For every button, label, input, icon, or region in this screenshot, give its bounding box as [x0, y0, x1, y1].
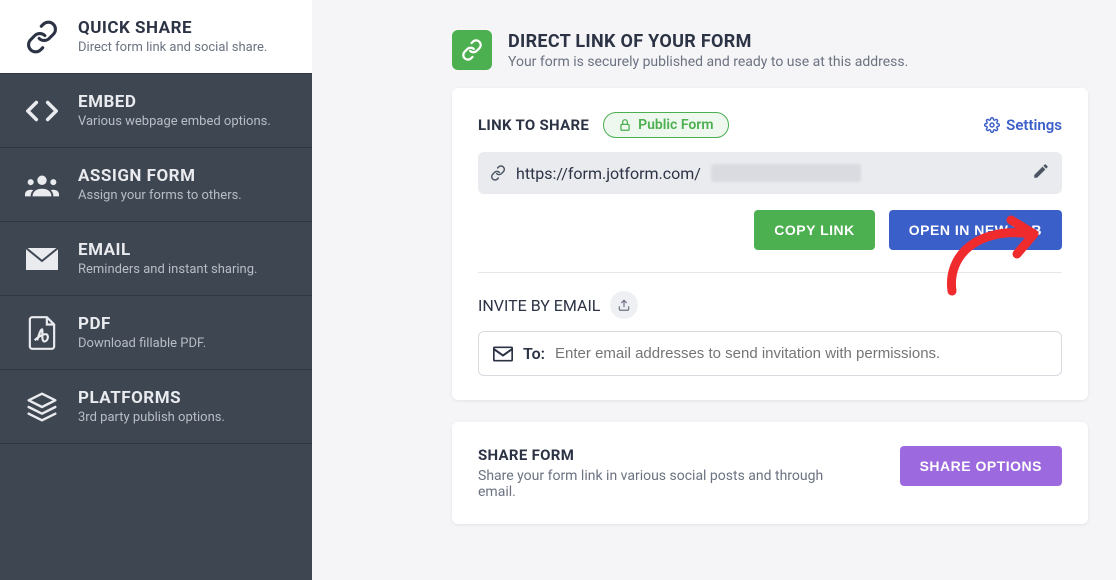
upload-icon[interactable] — [610, 291, 638, 319]
sidebar-item-title: EMAIL — [78, 240, 257, 260]
envelope-icon — [493, 346, 513, 362]
sidebar-item-desc: Assign your forms to others. — [78, 188, 242, 203]
sidebar-item-title: PLATFORMS — [78, 388, 225, 408]
visibility-pill-label: Public Form — [638, 117, 713, 133]
page-header: DIRECT LINK OF YOUR FORM Your form is se… — [452, 30, 1088, 70]
form-url-redacted — [711, 164, 861, 182]
link-icon — [452, 30, 492, 70]
pencil-icon — [1032, 162, 1050, 180]
lock-icon — [618, 118, 632, 132]
sidebar-item-pdf[interactable]: PDF Download fillable PDF. — [0, 296, 312, 370]
link-icon — [490, 165, 506, 181]
sidebar-item-email[interactable]: EMAIL Reminders and instant sharing. — [0, 222, 312, 296]
sidebar-item-desc: Reminders and instant sharing. — [78, 262, 257, 277]
sidebar-item-desc: Direct form link and social share. — [78, 40, 267, 55]
form-url: https://form.jotform.com/ — [516, 164, 701, 183]
page-subtitle: Your form is securely published and read… — [508, 54, 908, 70]
link-share-label: LINK TO SHARE — [478, 116, 589, 134]
share-options-button[interactable]: SHARE OPTIONS — [900, 446, 1062, 486]
invite-email-box[interactable]: To: — [478, 331, 1062, 376]
invite-email-input[interactable] — [555, 345, 1047, 362]
visibility-pill[interactable]: Public Form — [603, 112, 728, 138]
form-url-box: https://form.jotform.com/ — [478, 152, 1062, 194]
code-icon — [24, 93, 60, 129]
sidebar-item-desc: Download fillable PDF. — [78, 336, 206, 351]
gear-icon — [984, 117, 1000, 133]
main-panel: DIRECT LINK OF YOUR FORM Your form is se… — [312, 0, 1116, 580]
sidebar-item-platforms[interactable]: PLATFORMS 3rd party publish options. — [0, 370, 312, 444]
sidebar-item-embed[interactable]: EMBED Various webpage embed options. — [0, 74, 312, 148]
share-form-card: SHARE FORM Share your form link in vario… — [452, 422, 1088, 524]
sidebar-item-desc: Various webpage embed options. — [78, 114, 271, 129]
settings-link[interactable]: Settings — [984, 116, 1062, 134]
open-new-tab-button[interactable]: OPEN IN NEW TAB — [889, 210, 1062, 250]
settings-label: Settings — [1006, 116, 1062, 134]
edit-url-button[interactable] — [1032, 162, 1050, 184]
sidebar-item-title: EMBED — [78, 92, 271, 112]
share-form-title: SHARE FORM — [478, 446, 884, 464]
sidebar: QUICK SHARE Direct form link and social … — [0, 0, 312, 580]
sidebar-item-desc: 3rd party publish options. — [78, 410, 225, 425]
users-icon — [24, 167, 60, 203]
sidebar-item-quick-share[interactable]: QUICK SHARE Direct form link and social … — [0, 0, 312, 74]
to-label: To: — [523, 344, 545, 363]
share-form-desc: Share your form link in various social p… — [478, 468, 858, 500]
layers-icon — [24, 389, 60, 425]
link-share-card: LINK TO SHARE Public Form Settings https… — [452, 88, 1088, 400]
divider — [478, 272, 1062, 273]
invite-label: INVITE BY EMAIL — [478, 296, 600, 315]
sidebar-item-title: ASSIGN FORM — [78, 166, 242, 186]
sidebar-item-title: QUICK SHARE — [78, 18, 267, 38]
sidebar-item-assign-form[interactable]: ASSIGN FORM Assign your forms to others. — [0, 148, 312, 222]
page-title: DIRECT LINK OF YOUR FORM — [508, 31, 908, 52]
link-icon — [24, 19, 60, 55]
sidebar-item-title: PDF — [78, 314, 206, 334]
envelope-icon — [24, 241, 60, 277]
pdf-icon — [24, 315, 60, 351]
copy-link-button[interactable]: COPY LINK — [754, 210, 874, 250]
